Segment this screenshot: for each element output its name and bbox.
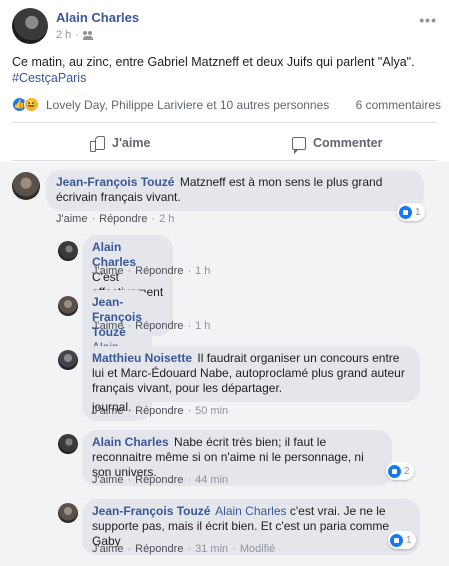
comment-time[interactable]: 1 h: [195, 320, 210, 332]
comment-button[interactable]: Commenter: [292, 128, 382, 158]
comment-reply-link[interactable]: Répondre: [135, 405, 183, 417]
comment-reply-link[interactable]: Répondre: [135, 543, 183, 555]
reactions-names[interactable]: Lovely Day, Philippe Lariviere et 10 aut…: [46, 98, 329, 112]
comment-bubble: Matthieu Noisette Il faudrait organiser …: [82, 346, 420, 402]
comment-actions: J'aime · Répondre · 50 min: [92, 405, 229, 417]
comment-actions: J'aime · Répondre · 31 min · Modifié: [92, 543, 276, 555]
comment-icon: [292, 136, 306, 154]
like-reaction-icon: [399, 205, 412, 219]
comment-like-link[interactable]: J'aime: [92, 405, 123, 417]
like-button-label: J'aime: [112, 136, 151, 150]
comment-like-link[interactable]: J'aime: [92, 265, 123, 277]
like-reaction-icon: [390, 533, 403, 547]
avatar[interactable]: [58, 350, 78, 370]
post-actions: J'aime Commenter: [12, 128, 437, 158]
comment-time[interactable]: 2 h: [159, 213, 174, 225]
comment-author[interactable]: Jean-François Touzé: [92, 295, 142, 339]
comment-bubble: Jean-François Touzé Matzneff est à mon s…: [46, 170, 424, 211]
avatar[interactable]: [58, 503, 78, 523]
post-header: Alain Charles 2 h · •••: [12, 8, 437, 44]
comment-like-link[interactable]: J'aime: [92, 320, 123, 332]
comment-author[interactable]: Alain Charles: [92, 435, 169, 449]
reaction-count: 1: [415, 206, 421, 218]
comment-reply-link[interactable]: Répondre: [135, 320, 183, 332]
avatar[interactable]: [58, 296, 78, 316]
comment-reply-link[interactable]: Répondre: [135, 265, 183, 277]
post-time[interactable]: 2 h: [56, 29, 71, 41]
comment-edited[interactable]: Modifié: [240, 543, 275, 555]
comment-time[interactable]: 44 min: [195, 474, 228, 486]
comment-reply-link[interactable]: Répondre: [135, 474, 183, 486]
comment-reply-link[interactable]: Répondre: [99, 213, 147, 225]
post-meta: 2 h ·: [56, 29, 94, 41]
reactions-summary: 👍 😆 Lovely Day, Philippe Lariviere et 10…: [12, 96, 441, 114]
hashtag-link[interactable]: #CestçaParis: [12, 70, 437, 86]
comment-author[interactable]: Jean-François Touzé: [92, 504, 210, 518]
comment-time[interactable]: 50 min: [195, 405, 228, 417]
like-button[interactable]: J'aime: [90, 128, 150, 158]
comment-like-link[interactable]: J'aime: [92, 474, 123, 486]
more-horizontal-icon[interactable]: •••: [419, 12, 437, 28]
comment-actions: J'aime · Répondre · 1 h: [92, 320, 211, 332]
comment-author[interactable]: Jean-François Touzé: [56, 175, 174, 189]
author-avatar[interactable]: [12, 8, 48, 44]
post-body: Ce matin, au zinc, entre Gabriel Matznef…: [12, 55, 415, 69]
reaction-icons[interactable]: 👍 😆: [12, 97, 39, 112]
comment-like-link[interactable]: J'aime: [56, 213, 87, 225]
comment-button-label: Commenter: [313, 136, 383, 150]
divider: [12, 122, 437, 123]
facebook-post: Alain Charles 2 h · ••• Ce matin, au zin…: [0, 0, 449, 566]
comment-reactions[interactable]: 2: [386, 462, 414, 480]
avatar[interactable]: [12, 172, 40, 200]
comment-actions: J'aime · Répondre · 2 h: [56, 213, 175, 225]
reaction-count: 2: [404, 465, 410, 477]
post-author[interactable]: Alain Charles: [56, 10, 139, 25]
thumbs-up-icon: [90, 136, 105, 152]
reaction-count: 1: [406, 534, 412, 546]
comment-reactions[interactable]: 1: [397, 203, 425, 221]
divider: [12, 160, 437, 161]
comment-time[interactable]: 1 h: [195, 265, 210, 277]
avatar[interactable]: [58, 241, 78, 261]
comment-author[interactable]: Matthieu Noisette: [92, 351, 192, 365]
like-reaction-icon: [388, 464, 401, 478]
comment-actions: J'aime · Répondre · 1 h: [92, 265, 211, 277]
friends-icon[interactable]: [82, 30, 94, 40]
comment-actions: J'aime · Répondre · 44 min: [92, 474, 229, 486]
comment-like-link[interactable]: J'aime: [92, 543, 123, 555]
post-text: Ce matin, au zinc, entre Gabriel Matznef…: [12, 54, 437, 86]
mention-tag[interactable]: Alain Charles: [215, 504, 286, 518]
comment-reactions[interactable]: 1: [388, 531, 416, 549]
comment-count[interactable]: 6 commentaires: [356, 98, 441, 112]
comment-time[interactable]: 31 min: [195, 543, 228, 555]
haha-reaction-icon: 😆: [24, 97, 39, 112]
avatar[interactable]: [58, 434, 78, 454]
